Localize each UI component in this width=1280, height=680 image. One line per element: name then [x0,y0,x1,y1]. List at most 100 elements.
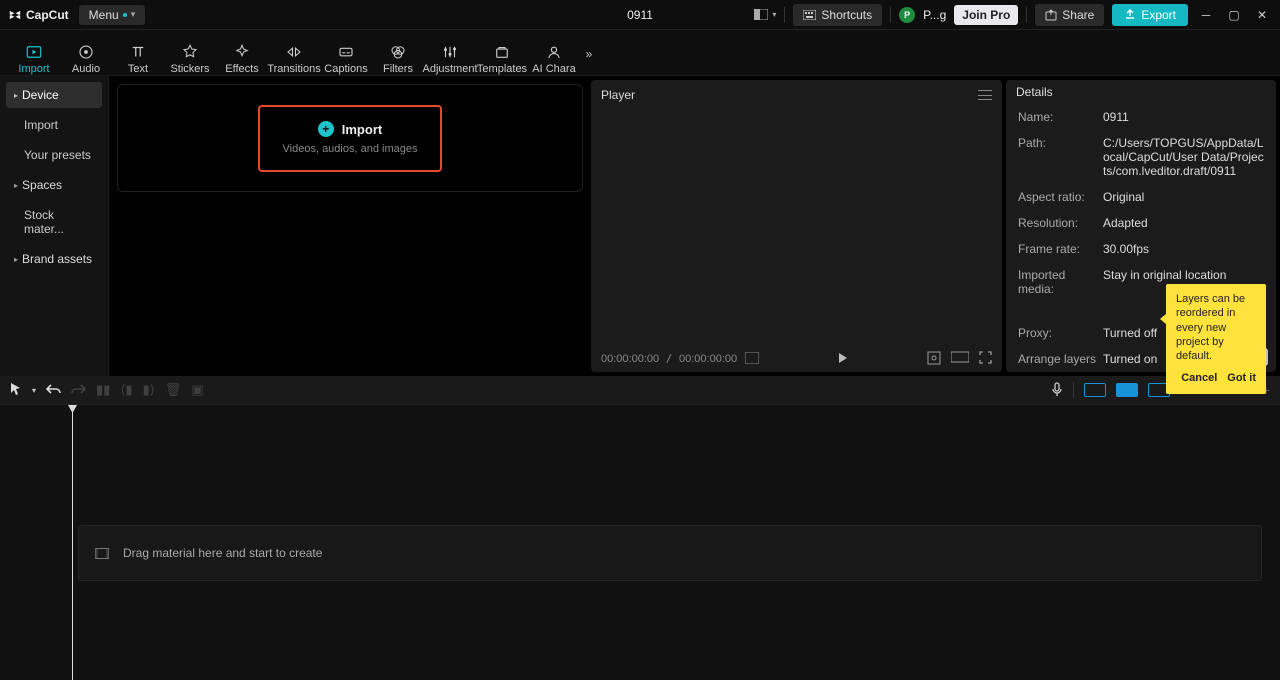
tab-label: Stickers [170,63,209,75]
tab-stickers[interactable]: Stickers [164,33,216,75]
window-close-button[interactable]: ✕ [1252,5,1272,25]
chevron-down-icon: ▾ [772,10,776,19]
tab-label: Adjustment [422,63,477,75]
detail-row-framerate: Frame rate: 30.00fps [1018,242,1264,256]
join-pro-button[interactable]: Join Pro [954,5,1018,25]
playhead[interactable] [72,405,73,680]
details-header: Details [1006,80,1276,104]
tab-effects[interactable]: Effects [216,33,268,75]
aichara-icon [545,43,563,61]
sidebar-item-label: Device [22,88,59,102]
chevron-down-icon[interactable]: ▾ [32,386,36,395]
sidebar-item-spaces[interactable]: ▸ Spaces [6,172,102,198]
shortcuts-button[interactable]: Shortcuts [793,4,882,26]
window-maximize-button[interactable]: ▢ [1224,5,1244,25]
tab-templates[interactable]: Templates [476,33,528,75]
sidebar-item-import[interactable]: Import [6,112,102,138]
tab-adjustment[interactable]: Adjustment [424,33,476,75]
stickers-icon [181,43,199,61]
tab-captions[interactable]: Captions [320,33,372,75]
menu-label: Menu [89,8,119,22]
safe-zone-icon[interactable] [927,351,941,365]
player-viewport[interactable] [591,110,1002,344]
magnet-on-icon[interactable] [1116,383,1138,397]
detail-value: Original [1103,190,1144,204]
tab-aichara[interactable]: AI Chara [528,33,580,75]
play-button[interactable] [759,353,927,363]
tab-label: Text [128,63,148,75]
detail-key: Arrange layers [1018,352,1103,366]
detail-key: Resolution: [1018,216,1103,230]
sidebar-item-brand[interactable]: ▸ Brand assets [6,246,102,272]
menu-dot-icon [123,13,127,17]
media-card: + Import Videos, audios, and images [117,84,583,192]
player-menu-icon[interactable] [978,90,992,100]
layout-toggle[interactable]: ▾ [754,9,776,20]
redo-icon [71,383,86,398]
sidebar-item-device[interactable]: ▸ Device [6,82,102,108]
player-time: 00:00:00:00 / 00:00:00:00 [601,352,737,365]
ratio-icon[interactable] [745,352,759,364]
app-name: CapCut [26,8,69,22]
tab-label: Effects [225,63,258,75]
player-header: Player [591,80,1002,110]
tab-import[interactable]: Import [8,33,60,75]
detail-key: Frame rate: [1018,242,1103,256]
project-title: 0911 [627,8,653,22]
app-logo: CapCut [8,8,69,22]
ratio-select-icon[interactable] [951,351,969,363]
shortcuts-label: Shortcuts [821,8,872,22]
tooltip-gotit[interactable]: Got it [1227,371,1256,385]
tabs-more-button[interactable]: » [580,33,598,75]
detail-value: Turned on [1103,352,1157,366]
fullscreen-icon[interactable] [979,351,992,364]
divider [1073,382,1074,398]
undo-icon[interactable] [46,383,61,398]
share-button[interactable]: Share [1035,4,1104,26]
magnet-off-icon[interactable] [1084,383,1106,397]
divider [1026,7,1027,23]
window-minimize-button[interactable]: ─ [1196,5,1216,25]
play-icon [839,353,847,363]
export-icon [1124,9,1136,21]
tab-audio[interactable]: Audio [60,33,112,75]
media-icon [95,548,109,559]
player-title: Player [601,88,635,102]
sidebar-item-stock[interactable]: Stock mater... [6,202,102,242]
export-label: Export [1141,8,1176,22]
detail-value: Turned off [1103,326,1157,340]
detail-value: 30.00fps [1103,242,1149,256]
sidebar-item-presets[interactable]: Your presets [6,142,102,168]
pointer-tool-icon[interactable] [10,382,22,399]
sidebar-item-label: Spaces [22,178,62,192]
detail-key: Aspect ratio: [1018,190,1103,204]
tab-label: Import [18,63,49,75]
export-button[interactable]: Export [1112,4,1188,26]
detail-value: C:/Users/TOPGUS/AppData/Local/CapCut/Use… [1103,136,1264,178]
tooltip-text: Layers can be reordered in every new pro… [1176,293,1245,362]
tab-text[interactable]: Text [112,33,164,75]
menu-button[interactable]: Menu ▾ [79,5,146,25]
detail-value: 0911 [1103,110,1129,124]
trim-left-icon: ⟨▮ [120,382,132,398]
tooltip-arrow-icon [1160,314,1166,324]
tab-transitions[interactable]: Transitions [268,33,320,75]
timeline[interactable]: Drag material here and start to create [0,404,1280,680]
main-area: ▸ Device Import Your presets ▸ Spaces St… [0,76,1280,376]
profile-name: P...g [923,8,946,22]
capcut-icon [8,8,22,22]
timeline-dropzone[interactable]: Drag material here and start to create [78,525,1262,581]
import-button[interactable]: + Import Videos, audios, and images [258,105,442,172]
plus-icon: + [318,121,334,137]
transitions-icon [285,43,303,61]
avatar[interactable]: P [899,7,915,23]
tooltip-cancel[interactable]: Cancel [1181,371,1217,385]
sidebar-item-label: Brand assets [22,252,92,266]
chevron-right-icon: ▸ [14,181,18,190]
detail-row-aspect: Aspect ratio: Original [1018,190,1264,204]
keyboard-icon [803,10,816,20]
mic-icon[interactable] [1051,382,1063,399]
player-panel: Player 00:00:00:00 / 00:00:00:00 [591,80,1002,372]
time-current: 00:00:00:00 [601,353,659,365]
tab-filters[interactable]: Filters [372,33,424,75]
